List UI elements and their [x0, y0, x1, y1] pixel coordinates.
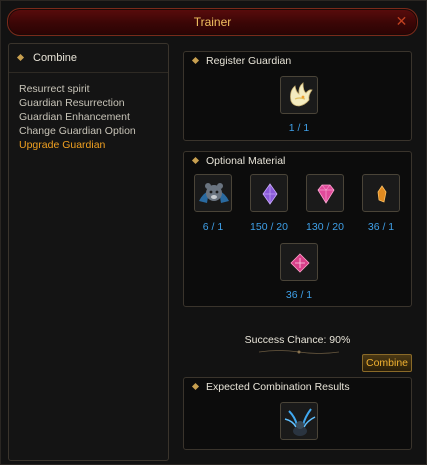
optional-material-count-3: 130 / 20 — [306, 221, 344, 233]
expected-result-slot[interactable] — [280, 402, 318, 440]
optional-material-title: Optional Material — [206, 155, 286, 167]
optional-material-count-5: 36 / 1 — [285, 289, 313, 301]
bear-guardian-icon — [199, 183, 229, 203]
success-chance-text: Success Chance: 90% — [244, 334, 351, 346]
optional-material-slot-5[interactable] — [280, 243, 318, 281]
ornament-divider-icon — [259, 350, 339, 354]
register-guardian-count: 1 / 1 — [288, 122, 310, 134]
combine-button[interactable]: Combine — [362, 354, 412, 372]
optional-material-count-1: 6 / 1 — [202, 221, 224, 233]
trainer-window: Trainer ✕ Combine Resurrect spirit Guard… — [0, 0, 427, 465]
combine-menu-panel: Combine Resurrect spirit Guardian Resurr… — [8, 43, 169, 461]
register-guardian-header: Register Guardian — [184, 52, 411, 70]
menu-item-upgrade-guardian[interactable]: Upgrade Guardian — [19, 138, 136, 152]
optional-material-slot-3[interactable] — [306, 174, 344, 212]
register-guardian-slot[interactable] — [280, 76, 318, 114]
window-title: Trainer — [193, 15, 232, 29]
diamond-bullet-icon — [191, 382, 200, 391]
title-bar: Trainer ✕ — [7, 8, 418, 36]
optional-material-count-4: 36 / 1 — [367, 221, 395, 233]
register-guardian-title: Register Guardian — [206, 55, 292, 67]
optional-material-slot-2[interactable] — [250, 174, 288, 212]
optional-material-header: Optional Material — [184, 152, 411, 170]
expected-results-header: Expected Combination Results — [184, 378, 411, 396]
combine-menu-list: Resurrect spirit Guardian Resurrection G… — [19, 82, 136, 152]
guardian-wing-icon — [290, 82, 313, 107]
diamond-bullet-icon — [16, 53, 25, 62]
pink-gem-icon — [317, 184, 335, 204]
combine-title: Combine — [33, 52, 78, 64]
optional-material-slot-1[interactable] — [194, 174, 232, 212]
menu-item-resurrect-spirit[interactable]: Resurrect spirit — [19, 82, 136, 96]
menu-item-guardian-resurrection[interactable]: Guardian Resurrection — [19, 96, 136, 110]
blue-dragon-guardian-icon — [284, 408, 316, 436]
optional-material-slot-4[interactable] — [362, 174, 400, 212]
orange-shard-icon — [377, 185, 387, 203]
optional-material-count-2: 150 / 20 — [250, 221, 288, 233]
combine-header: Combine — [9, 44, 168, 73]
pink-cube-icon — [290, 253, 310, 273]
diamond-bullet-icon — [191, 56, 200, 65]
menu-item-change-guardian-option[interactable]: Change Guardian Option — [19, 124, 136, 138]
expected-results-title: Expected Combination Results — [206, 381, 350, 393]
diamond-bullet-icon — [191, 156, 200, 165]
close-icon[interactable]: ✕ — [394, 14, 409, 29]
purple-crystal-icon — [262, 183, 278, 205]
menu-item-guardian-enhancement[interactable]: Guardian Enhancement — [19, 110, 136, 124]
